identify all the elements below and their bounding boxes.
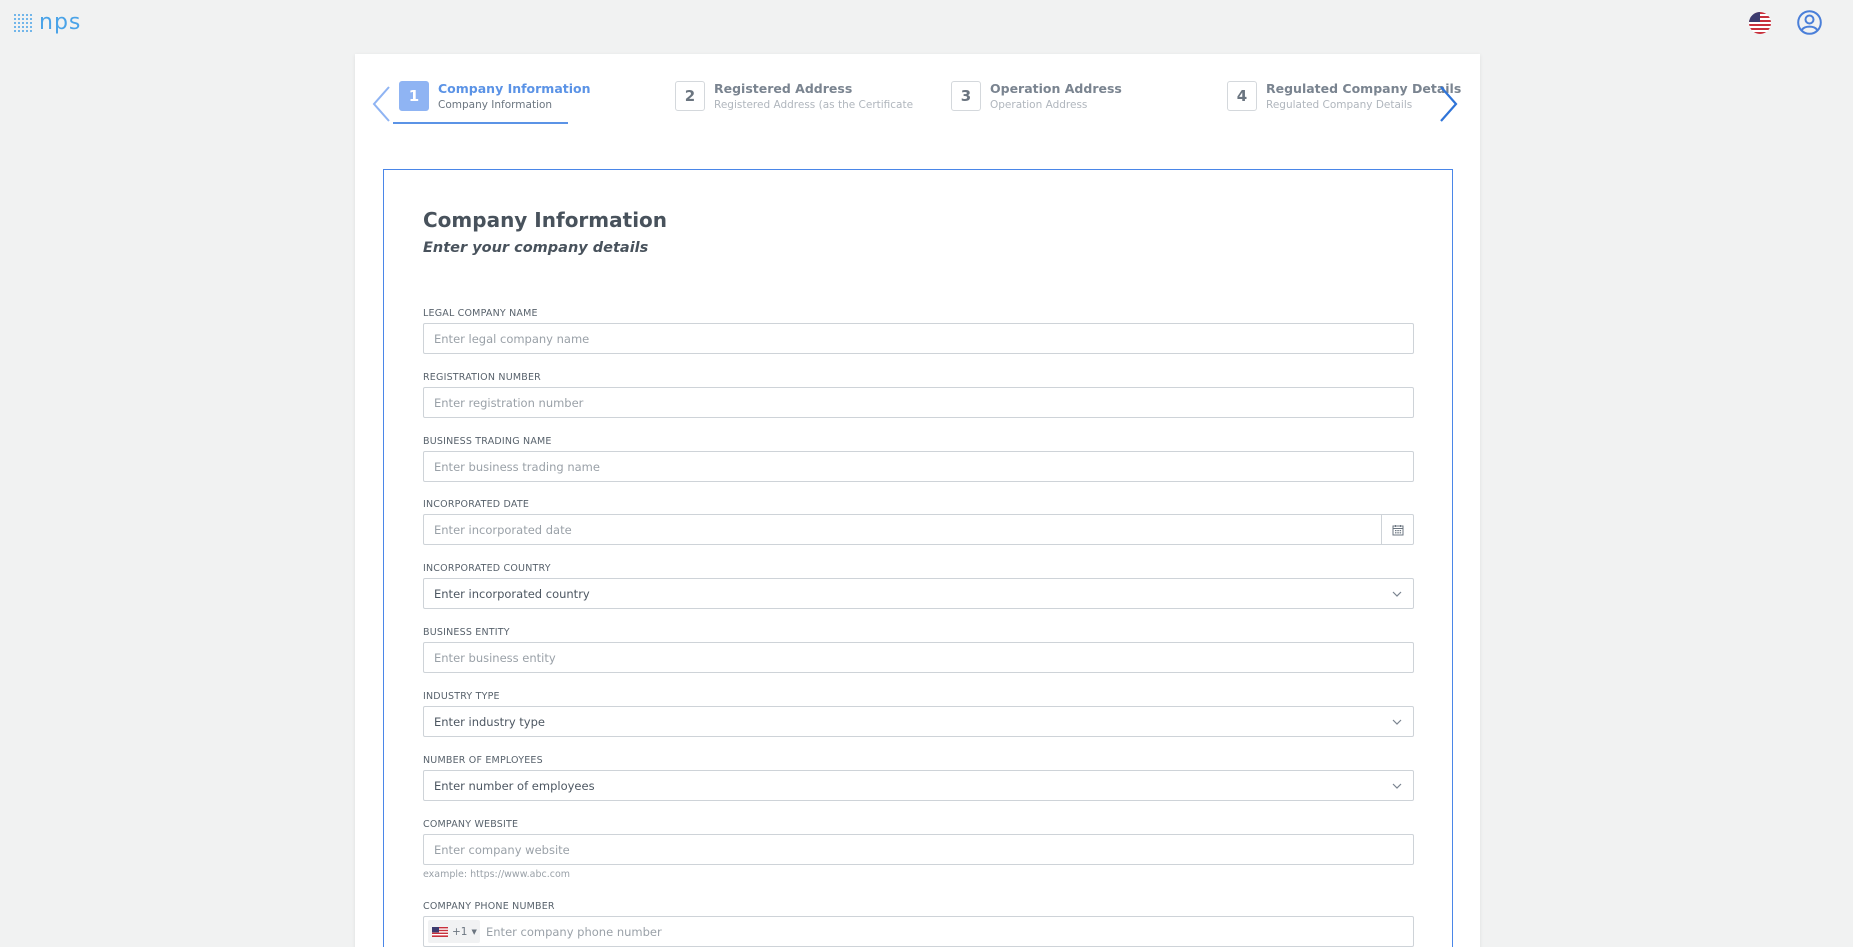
select-value: Enter number of employees xyxy=(434,779,595,793)
field-label: BUSINESS TRADING NAME xyxy=(423,436,552,447)
business-trading-name-field: BUSINESS TRADING NAME xyxy=(423,436,1414,482)
field-label: INDUSTRY TYPE xyxy=(423,691,500,702)
step-subtitle: Regulated Company Details xyxy=(1266,99,1413,111)
select-value: Enter incorporated country xyxy=(434,587,590,601)
field-label: COMPANY WEBSITE xyxy=(423,819,519,830)
step-title: Regulated Company Details xyxy=(1266,81,1462,96)
field-label: INCORPORATED DATE xyxy=(423,499,530,510)
field-label: NUMBER OF EMPLOYEES xyxy=(423,755,543,766)
field-label: INCORPORATED COUNTRY xyxy=(423,563,551,574)
company-website-field: COMPANY WEBSITE example: https://www.abc… xyxy=(423,819,1414,880)
registration-number-input[interactable] xyxy=(424,388,1413,417)
calendar-icon xyxy=(1392,524,1403,535)
us-flag-icon[interactable] xyxy=(1749,12,1771,34)
step-number: 4 xyxy=(1227,81,1257,111)
field-label: LEGAL COMPANY NAME xyxy=(423,308,538,319)
chevron-down-icon xyxy=(1392,719,1402,725)
chevron-down-icon xyxy=(1392,591,1402,597)
us-flag-icon xyxy=(432,926,448,937)
step-registered-address[interactable]: 2 Registered Address Registered Address … xyxy=(675,81,913,131)
field-label: BUSINESS ENTITY xyxy=(423,627,510,638)
number-of-employees-select[interactable]: Enter number of employees xyxy=(423,770,1414,801)
next-step-arrow-icon[interactable] xyxy=(1438,84,1460,124)
website-hint: example: https://www.abc.com xyxy=(423,869,571,880)
form-title: Company Information xyxy=(423,208,668,232)
user-avatar-icon[interactable] xyxy=(1797,10,1822,35)
step-subtitle: Operation Address xyxy=(990,99,1088,111)
step-number: 2 xyxy=(675,81,705,111)
step-operation-address[interactable]: 3 Operation Address Operation Address xyxy=(951,81,1122,131)
step-subtitle: Registered Address (as the Certificate xyxy=(714,99,914,111)
incorporated-country-field: INCORPORATED COUNTRY Enter incorporated … xyxy=(423,563,1414,609)
company-phone-field: COMPANY PHONE NUMBER +1 ▼ xyxy=(423,901,1414,947)
step-title: Operation Address xyxy=(990,81,1122,96)
industry-type-field: INDUSTRY TYPE Enter industry type xyxy=(423,691,1414,737)
business-trading-name-input[interactable] xyxy=(424,452,1413,481)
step-title: Company Information xyxy=(438,81,591,96)
form-subtitle: Enter your company details xyxy=(423,240,649,256)
previous-step-arrow-icon[interactable] xyxy=(370,84,392,124)
incorporated-date-input[interactable] xyxy=(424,515,1382,544)
step-title: Registered Address xyxy=(714,81,853,96)
logo-text: nps xyxy=(39,10,82,35)
registration-card: 1 Company Information Company Informatio… xyxy=(355,54,1480,947)
nps-logo[interactable]: nps xyxy=(13,12,81,34)
top-bar: nps xyxy=(0,0,1853,46)
select-value: Enter industry type xyxy=(434,715,545,729)
step-number: 1 xyxy=(399,81,429,111)
dial-code: +1 xyxy=(452,925,468,938)
step-regulated-company-details[interactable]: 4 Regulated Company Details Regulated Co… xyxy=(1227,81,1461,131)
registration-number-field: REGISTRATION NUMBER xyxy=(423,372,1414,418)
calendar-button[interactable] xyxy=(1381,515,1413,544)
step-subtitle: Company Information xyxy=(438,99,553,111)
caret-down-icon: ▼ xyxy=(471,927,477,936)
field-label: REGISTRATION NUMBER xyxy=(423,372,541,383)
number-of-employees-field: NUMBER OF EMPLOYEES Enter number of empl… xyxy=(423,755,1414,801)
step-number: 3 xyxy=(951,81,981,111)
country-code-selector[interactable]: +1 ▼ xyxy=(428,920,480,943)
industry-type-select[interactable]: Enter industry type xyxy=(423,706,1414,737)
field-label: COMPANY PHONE NUMBER xyxy=(423,901,555,912)
company-information-form: Company Information Enter your company d… xyxy=(383,169,1453,947)
business-entity-field: BUSINESS ENTITY xyxy=(423,627,1414,673)
chevron-down-icon xyxy=(1392,783,1402,789)
business-entity-input[interactable] xyxy=(424,643,1413,672)
incorporated-country-select[interactable]: Enter incorporated country xyxy=(423,578,1414,609)
company-phone-input[interactable] xyxy=(424,917,1413,946)
stepper: 1 Company Information Company Informatio… xyxy=(355,54,1480,144)
active-step-underline xyxy=(393,122,568,124)
legal-company-name-input[interactable] xyxy=(424,324,1413,353)
legal-company-name-field: LEGAL COMPANY NAME xyxy=(423,308,1414,354)
incorporated-date-field: INCORPORATED DATE xyxy=(423,499,1414,545)
logo-dots-icon xyxy=(13,13,33,33)
company-website-input[interactable] xyxy=(424,835,1413,864)
